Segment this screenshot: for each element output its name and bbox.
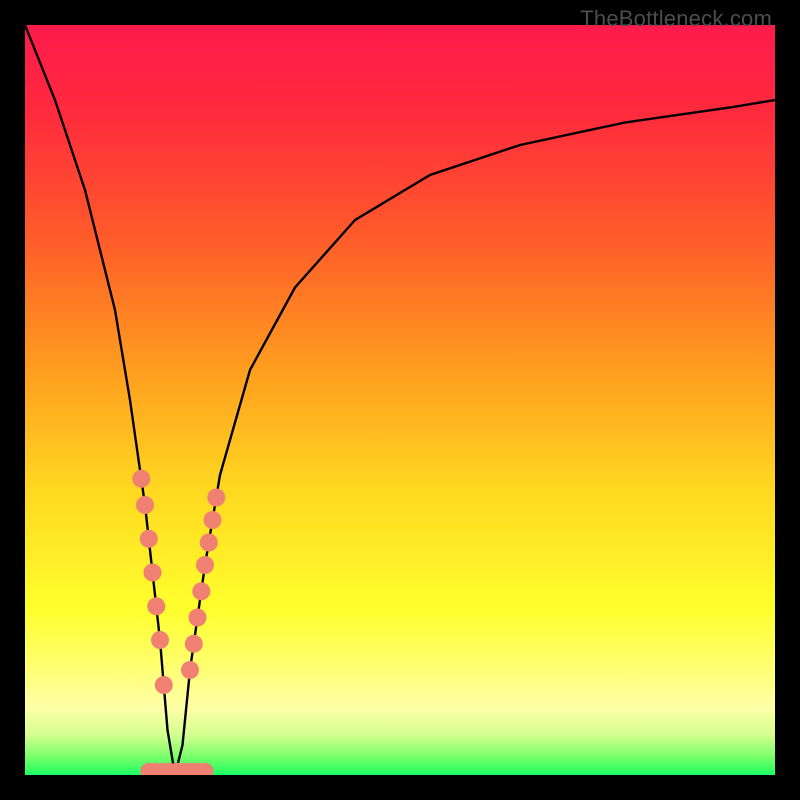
data-point	[140, 530, 158, 548]
data-point	[136, 496, 154, 514]
data-point	[196, 556, 214, 574]
outer-frame: TheBottleneck.com	[0, 0, 800, 800]
data-point	[132, 470, 150, 488]
data-point	[181, 661, 199, 679]
watermark-text: TheBottleneck.com	[580, 6, 772, 32]
data-point	[200, 534, 218, 552]
data-point	[155, 676, 173, 694]
data-point	[189, 609, 207, 627]
data-point	[151, 631, 169, 649]
gradient-background	[25, 25, 775, 775]
chart-svg	[25, 25, 775, 775]
data-point	[207, 489, 225, 507]
data-point	[147, 597, 165, 615]
plot-area	[25, 25, 775, 775]
data-point	[192, 582, 210, 600]
data-point	[185, 635, 203, 653]
data-point	[204, 511, 222, 529]
data-point	[144, 564, 162, 582]
